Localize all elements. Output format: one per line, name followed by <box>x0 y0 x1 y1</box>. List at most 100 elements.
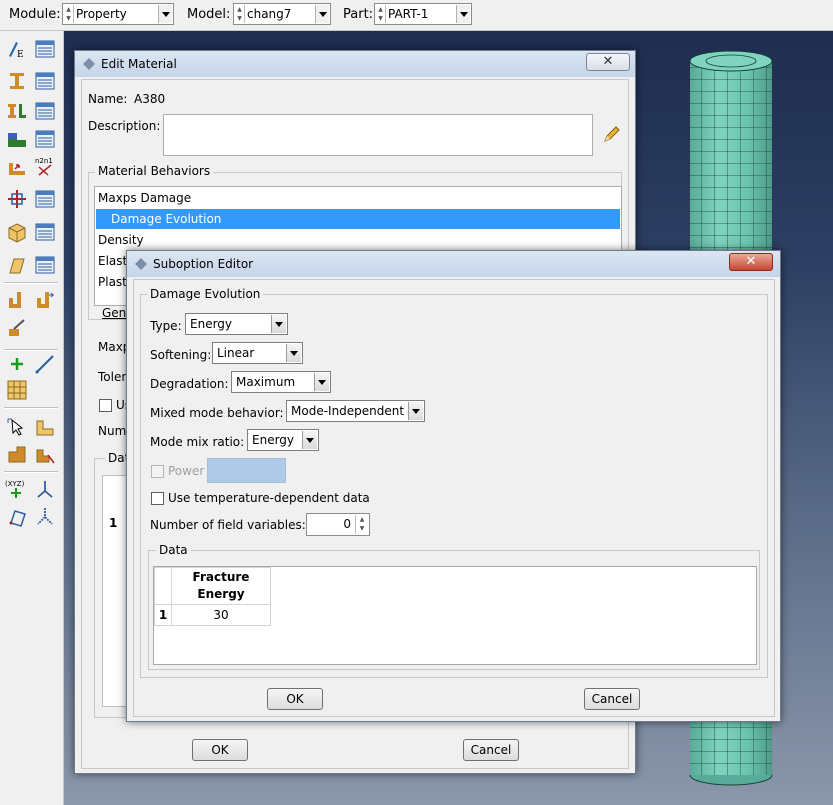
cancel-button[interactable]: Cancel <box>584 688 640 710</box>
svg-text:E: E <box>17 50 24 60</box>
name-value: A380 <box>134 92 166 106</box>
pencil-icon[interactable] <box>601 124 623 146</box>
table-row: 1 30 <box>154 604 271 626</box>
row-number: 1 <box>109 516 118 530</box>
partition-icon[interactable] <box>34 416 56 438</box>
temperature-dependent-label: Use temperature-dependent data <box>168 491 370 505</box>
special-springs-icon[interactable] <box>34 289 56 311</box>
spin-icon[interactable]: ▲ ▼ <box>235 5 245 23</box>
partition-cell-icon[interactable] <box>6 443 28 465</box>
datum-axes-icon[interactable] <box>34 478 56 500</box>
suboption-editor-titlebar[interactable]: Suboption Editor ✕ <box>127 251 780 277</box>
section-assignment-manager-icon[interactable] <box>34 128 56 150</box>
table-header[interactable]: Fracture Energy <box>171 567 271 605</box>
svg-text:(XYZ): (XYZ) <box>5 480 25 488</box>
temperature-dependent-checkbox[interactable] <box>151 492 164 505</box>
chevron-down-icon[interactable] <box>271 315 286 333</box>
part-combo[interactable]: ▲ ▼ PART-1 <box>374 3 472 25</box>
datum-plane-icon[interactable] <box>34 505 56 527</box>
list-item[interactable]: Density <box>98 230 144 250</box>
cancel-button[interactable]: Cancel <box>463 739 519 761</box>
chevron-down-icon[interactable] <box>456 5 470 23</box>
data-table-area[interactable]: Fracture Energy 1 30 <box>153 566 757 665</box>
chevron-down-icon[interactable] <box>302 431 317 449</box>
create-set-icon[interactable] <box>6 379 28 401</box>
type-value: Energy <box>190 317 233 331</box>
data-table[interactable]: Fracture Energy 1 30 <box>154 567 271 626</box>
composite-layup-icon[interactable] <box>6 188 28 210</box>
datum-csys-icon[interactable]: (XYZ) <box>5 478 27 500</box>
chevron-down-icon[interactable] <box>315 5 329 23</box>
mode-mix-select[interactable]: Energy <box>247 429 319 451</box>
special-inertia-icon[interactable] <box>6 289 28 311</box>
special-skin-icon[interactable] <box>6 317 28 339</box>
material-create-icon[interactable]: E <box>6 38 28 60</box>
stringer-icon[interactable] <box>6 255 28 277</box>
chevron-down-icon[interactable] <box>408 402 423 420</box>
degradation-value: Maximum <box>236 375 296 389</box>
number-label: Num <box>98 424 127 438</box>
profile-manager-icon[interactable] <box>34 100 56 122</box>
close-button[interactable]: ✕ <box>729 253 773 271</box>
model-combo[interactable]: ▲ ▼ chang7 <box>233 3 331 25</box>
rebar-orientation-icon[interactable]: n2n1 <box>34 155 56 177</box>
model-label: Model: <box>187 7 231 22</box>
ok-button[interactable]: OK <box>267 688 323 710</box>
skin-icon[interactable] <box>6 222 28 244</box>
list-item-selected[interactable]: Damage Evolution <box>96 209 620 229</box>
close-button[interactable]: ✕ <box>586 53 630 71</box>
type-select[interactable]: Energy <box>185 313 288 335</box>
softening-select[interactable]: Linear <box>212 342 303 364</box>
mixed-mode-select[interactable]: Mode-Independent <box>286 400 425 422</box>
mode-mix-value: Energy <box>252 433 295 447</box>
chevron-down-icon[interactable] <box>158 5 172 23</box>
select-icon[interactable] <box>6 416 28 438</box>
module-value: Property <box>76 7 127 21</box>
partition-edge-icon[interactable] <box>34 443 56 465</box>
svg-text:n2n1: n2n1 <box>35 157 53 165</box>
chevron-down-icon[interactable] <box>314 373 329 391</box>
description-label: Description: <box>88 119 161 133</box>
table-corner <box>154 567 172 605</box>
edit-material-titlebar[interactable]: Edit Material ✕ <box>75 51 635 77</box>
suboption-editor-window: Suboption Editor ✕ Damage Evolution Type… <box>126 250 781 722</box>
field-variables-stepper[interactable]: 0 ▲ ▼ <box>306 513 370 536</box>
table-cell[interactable]: 30 <box>171 604 271 626</box>
tab-general[interactable]: Gen <box>102 306 126 320</box>
damage-evolution-label: Damage Evolution <box>147 287 264 301</box>
power-checkbox[interactable] <box>151 465 164 478</box>
data-label: Data <box>156 543 191 557</box>
assign-section-icon[interactable] <box>6 128 28 150</box>
toolbox-separator <box>4 349 58 351</box>
ok-button[interactable]: OK <box>192 739 248 761</box>
window-icon <box>83 58 95 70</box>
query-icon[interactable] <box>6 505 28 527</box>
layup-manager-icon[interactable] <box>34 188 56 210</box>
window-icon <box>135 258 147 270</box>
datum-point-icon[interactable] <box>6 353 28 375</box>
context-bar: Module: ▲ ▼ Property Model: ▲ ▼ chang7 Par… <box>0 0 833 31</box>
field-variables-label: Number of field variables: <box>150 518 306 532</box>
section-manager-icon[interactable] <box>34 70 56 92</box>
chevron-down-icon[interactable] <box>286 344 301 362</box>
spin-icon[interactable]: ▲ ▼ <box>376 5 386 23</box>
model-value: chang7 <box>247 7 292 21</box>
degradation-select[interactable]: Maximum <box>231 371 331 393</box>
material-manager-icon[interactable] <box>34 38 56 60</box>
stringer-manager-icon[interactable] <box>34 254 56 276</box>
section-create-icon[interactable] <box>6 70 28 92</box>
spin-icon[interactable]: ▲ ▼ <box>355 515 368 534</box>
softening-value: Linear <box>217 346 255 360</box>
use-checkbox[interactable] <box>99 399 112 412</box>
datum-axis-icon[interactable] <box>34 353 56 375</box>
assign-orientation-icon[interactable] <box>6 157 28 179</box>
spin-icon[interactable]: ▲ ▼ <box>64 5 74 23</box>
list-item[interactable]: Maxps Damage <box>98 188 191 208</box>
description-input[interactable] <box>163 114 593 156</box>
profile-create-icon[interactable] <box>6 100 28 122</box>
module-combo[interactable]: ▲ ▼ Property <box>62 3 174 25</box>
skin-manager-icon[interactable] <box>34 221 56 243</box>
power-input[interactable] <box>207 458 286 483</box>
part-label: Part: <box>343 7 374 22</box>
edit-material-title: Edit Material <box>101 57 177 71</box>
